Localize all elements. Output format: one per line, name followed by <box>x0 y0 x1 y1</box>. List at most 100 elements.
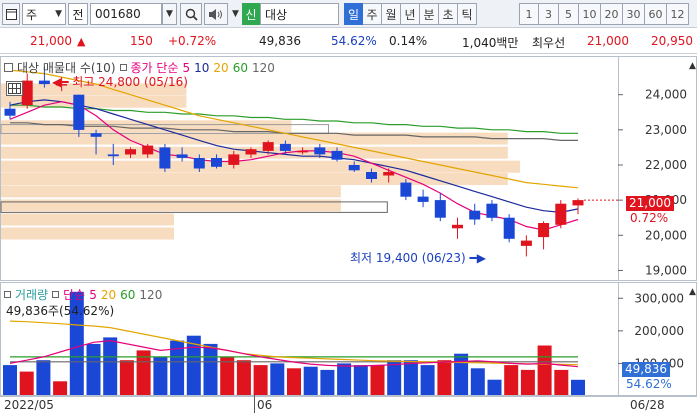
candle-up <box>520 240 532 246</box>
legend-checkbox-icon[interactable] <box>52 291 60 298</box>
interval-button[interactable]: 12 <box>667 3 689 25</box>
price-panel[interactable]: 19,00020,00021,00022,00023,00024,000▲ 대상… <box>0 56 697 281</box>
code-toggle-button[interactable]: 전 <box>68 3 88 25</box>
volume-bar-down <box>487 379 502 395</box>
volume-panel[interactable]: 100,000200,000300,000▲ 거래량 단순 5 20 60 12… <box>0 282 697 396</box>
chart-area[interactable]: 19,00020,00021,00022,00023,00024,000▲ 대상… <box>0 56 697 413</box>
ma10-legend: 10 <box>194 60 210 75</box>
volume-legend: 거래량 단순 5 20 60 120 <box>4 286 162 303</box>
candle-up <box>297 150 309 153</box>
legend-checkbox-icon[interactable] <box>4 63 13 72</box>
legend-checkbox-icon[interactable] <box>4 291 11 298</box>
volume-value: 49,836 <box>259 34 301 48</box>
period-tab[interactable]: 월 <box>382 3 401 25</box>
period-tab[interactable]: 년 <box>401 3 420 25</box>
sound-dropdown[interactable]: ▼ <box>231 3 240 25</box>
vol-ma60-legend: 60 <box>120 287 136 302</box>
x-axis-label: 2022/05 <box>4 398 54 412</box>
stock-name-value: 대상 <box>265 7 288 22</box>
interval-button[interactable]: 5 <box>559 3 579 25</box>
credit-badge: 신 <box>242 3 260 25</box>
candle-up <box>125 149 136 155</box>
volume-bar-up <box>370 365 385 395</box>
volume-bar-down <box>303 366 318 395</box>
volume-profile-bar <box>1 213 174 226</box>
candle-down <box>331 150 343 160</box>
volume-bar-down <box>571 379 585 395</box>
period-tab[interactable]: 틱 <box>458 3 477 25</box>
volume-bar-up <box>554 369 569 395</box>
price-tick-label: 22,000 <box>645 158 687 172</box>
vol-ma5-legend: 5 <box>89 287 97 302</box>
volume-bar-up <box>520 369 535 395</box>
candle-up <box>21 80 33 106</box>
current-price-tag: 21,000 <box>626 196 674 211</box>
stock-code-input[interactable]: 001680 <box>90 3 162 25</box>
volume-bar-down <box>270 363 285 395</box>
chevron-down-icon: ▼ <box>55 9 62 19</box>
interval-button[interactable]: 1 <box>519 3 539 25</box>
code-toggle-label: 전 <box>72 7 84 22</box>
candle-up <box>262 142 274 151</box>
grid-icon <box>8 83 21 94</box>
period-tab[interactable]: 분 <box>420 3 439 25</box>
toolbar: 주 ▼ 전 001680 ▼ ▼ 신 대상 일주월년분초틱 1 3 5 10 20 30 6… <box>0 0 697 28</box>
low-annotation: 최저 19,400 (06/23) ━▶ <box>350 249 486 266</box>
market-select[interactable]: 주 ▼ <box>22 3 66 25</box>
volume-profile-bar <box>1 160 521 173</box>
vol-ma120-legend: 120 <box>139 287 163 302</box>
period-tab[interactable]: 초 <box>439 3 458 25</box>
grid-toggle-button[interactable] <box>6 81 23 96</box>
volume-bar-down <box>470 368 485 395</box>
low-annotation-label: 최저 19,400 (06/23) <box>350 251 466 265</box>
stock-code-value: 001680 <box>95 7 141 21</box>
x-axis-label: 06/28 <box>630 398 665 412</box>
current-price-pct: 0.72% <box>630 211 669 225</box>
trade-amount: 1,040백만 <box>462 36 519 50</box>
candle-down <box>400 182 412 197</box>
period-tab[interactable]: 주 <box>363 3 382 25</box>
candle-up <box>142 145 154 155</box>
candle-down <box>469 210 481 220</box>
interval-button[interactable]: 20 <box>601 3 623 25</box>
volume-bar-down <box>353 365 368 395</box>
volume-ratio: 54.62% <box>331 34 377 48</box>
high-annotation: ◀━ 최고 24,800 (05/16) <box>52 73 188 90</box>
volume-bar-down <box>103 337 118 395</box>
stock-name-field[interactable]: 대상 <box>260 3 339 25</box>
volume-legend-title: 거래량 <box>15 288 49 302</box>
interval-buttons: 1 3 5 10 20 30 60 12 <box>519 3 689 25</box>
volume-bar-up <box>53 381 68 395</box>
volume-tick-label: 300,000 <box>634 291 684 305</box>
interval-button[interactable]: 3 <box>539 3 559 25</box>
sound-button[interactable] <box>204 3 228 25</box>
candle-down <box>314 147 326 155</box>
volume-bar-down <box>320 369 335 395</box>
chevron-down-icon: ▼ <box>166 9 173 19</box>
candle-up <box>572 200 584 206</box>
speaker-icon <box>208 8 222 20</box>
interval-button[interactable]: 10 <box>579 3 601 25</box>
candle-down <box>176 154 188 158</box>
volume-bar-up <box>220 356 235 395</box>
current-volume-pct: 54.62% <box>626 377 672 391</box>
volume-bar-down <box>86 343 101 395</box>
ma60-legend: 60 <box>232 60 248 75</box>
volume-bar-up <box>287 368 301 395</box>
candle-down <box>503 217 515 239</box>
period-tab[interactable]: 일 <box>344 3 363 25</box>
best-bid-price: 21,000 <box>587 34 629 48</box>
code-dropdown-button[interactable]: ▼ <box>162 3 177 25</box>
price-tick-label: 19,000 <box>645 263 687 277</box>
interval-button[interactable]: 30 <box>623 3 645 25</box>
interval-button[interactable]: 60 <box>645 3 667 25</box>
search-button[interactable] <box>180 3 202 25</box>
scroll-up-icon: ▲ <box>689 61 696 71</box>
window-icon[interactable] <box>2 3 20 25</box>
legend-checkbox-icon[interactable] <box>119 64 127 71</box>
up-arrow-icon: ▲ <box>77 35 86 48</box>
candle-down <box>107 154 119 157</box>
volume-bar-up <box>253 365 268 395</box>
candle-down <box>434 200 446 218</box>
volume-profile-bar <box>1 199 341 212</box>
